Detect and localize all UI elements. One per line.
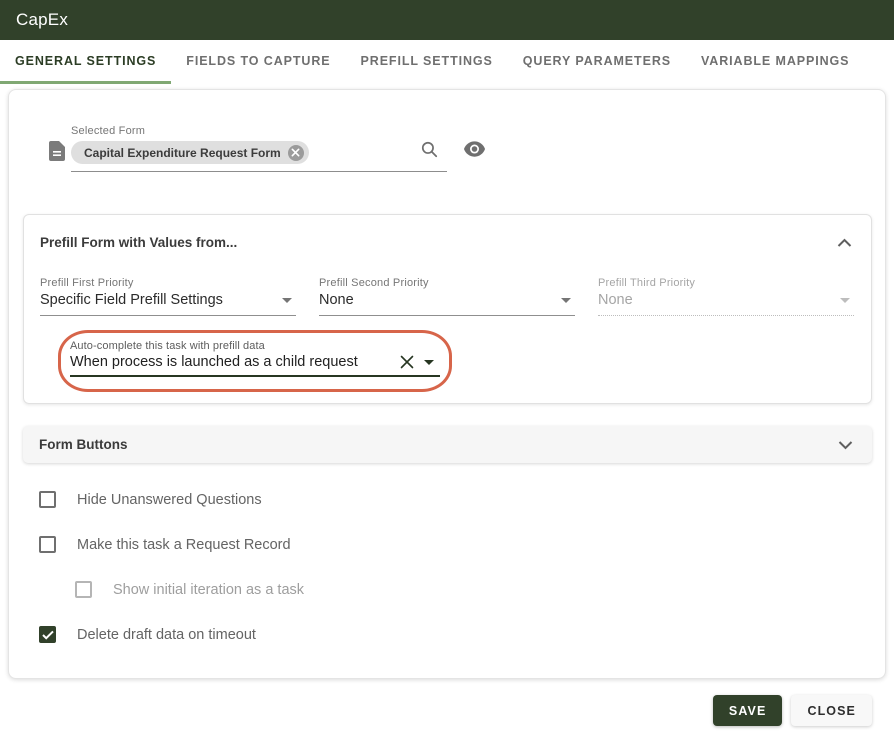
page-title: CapEx [16,10,68,30]
checkbox-icon[interactable] [39,491,56,508]
options-list: Hide Unanswered Questions Make this task… [39,491,885,643]
checkbox-checked-icon[interactable] [39,626,56,643]
prefill-section: Prefill Form with Values from... Prefill… [23,214,872,404]
chip-row: Capital Expenditure Request Form [71,141,447,164]
tab-bar: GENERAL SETTINGS FIELDS TO CAPTURE PREFI… [0,40,894,82]
close-button[interactable]: CLOSE [791,695,872,726]
tab-query-parameters[interactable]: QUERY PARAMETERS [508,40,686,82]
tab-label: FIELDS TO CAPTURE [186,54,330,68]
prefill-third-priority-dropdown: Prefill Third Priority None [598,277,854,316]
dropdown-label: Prefill Third Priority [598,277,854,289]
dropdown-arrow-icon[interactable] [424,360,434,365]
document-icon [45,139,69,168]
form-buttons-section[interactable]: Form Buttons [23,426,872,463]
prefill-priority-row: Prefill First Priority Specific Field Pr… [40,277,854,316]
tab-label: QUERY PARAMETERS [523,54,671,68]
settings-card: Selected Form Capital Expenditure Reques… [8,89,886,679]
selected-form-chip[interactable]: Capital Expenditure Request Form [71,141,309,164]
chip-remove-icon[interactable] [288,145,304,161]
visibility-icon[interactable] [463,141,486,163]
save-button[interactable]: SAVE [713,695,783,726]
checkbox-show-initial-iteration: Show initial iteration as a task [75,581,885,598]
selected-form-field[interactable]: Selected Form Capital Expenditure Reques… [71,125,447,172]
dialog-footer: SAVE CLOSE [0,695,872,726]
form-buttons-title: Form Buttons [39,437,128,452]
checkbox-icon[interactable] [39,536,56,553]
prefill-second-priority-dropdown[interactable]: Prefill Second Priority None [319,277,575,316]
chevron-down-icon[interactable] [836,438,855,452]
autocomplete-field[interactable]: Auto-complete this task with prefill dat… [70,340,440,377]
checkbox-icon [75,581,92,598]
chevron-up-icon[interactable] [835,236,854,250]
window-titlebar: CapEx [0,0,894,40]
dropdown-arrow-icon [840,298,850,303]
autocomplete-label: Auto-complete this task with prefill dat… [70,340,440,352]
tab-general-settings[interactable]: GENERAL SETTINGS [0,40,171,82]
selected-form-row: Selected Form Capital Expenditure Reques… [45,125,885,172]
tab-prefill-settings[interactable]: PREFILL SETTINGS [346,40,508,82]
dropdown-value: Specific Field Prefill Settings [40,292,223,308]
checkbox-hide-unanswered-questions[interactable]: Hide Unanswered Questions [39,491,885,508]
tab-fields-to-capture[interactable]: FIELDS TO CAPTURE [171,40,345,82]
dropdown-arrow-icon [561,298,571,303]
prefill-first-priority-dropdown[interactable]: Prefill First Priority Specific Field Pr… [40,277,296,316]
tab-variable-mappings[interactable]: VARIABLE MAPPINGS [686,40,864,82]
dropdown-label: Prefill First Priority [40,277,296,289]
autocomplete-value: When process is launched as a child requ… [70,354,400,370]
checkbox-label: Hide Unanswered Questions [77,492,262,508]
dropdown-arrow-icon [282,298,292,303]
checkbox-label: Delete draft data on timeout [77,627,256,643]
tab-label: PREFILL SETTINGS [361,54,493,68]
checkbox-delete-draft-data[interactable]: Delete draft data on timeout [39,626,885,643]
chip-label: Capital Expenditure Request Form [84,146,281,160]
search-icon[interactable] [420,140,439,164]
dropdown-label: Prefill Second Priority [319,277,575,289]
clear-icon[interactable] [400,355,414,369]
dropdown-value: None [598,292,633,308]
checkbox-label: Show initial iteration as a task [113,582,304,598]
tab-label: VARIABLE MAPPINGS [701,54,849,68]
checkbox-label: Make this task a Request Record [77,537,291,553]
dropdown-value: None [319,292,354,308]
checkbox-make-task-request-record[interactable]: Make this task a Request Record [39,536,885,553]
prefill-section-title: Prefill Form with Values from... [40,235,237,250]
selected-form-label: Selected Form [71,125,447,137]
tab-label: GENERAL SETTINGS [15,54,156,68]
prefill-section-header: Prefill Form with Values from... [40,235,854,250]
